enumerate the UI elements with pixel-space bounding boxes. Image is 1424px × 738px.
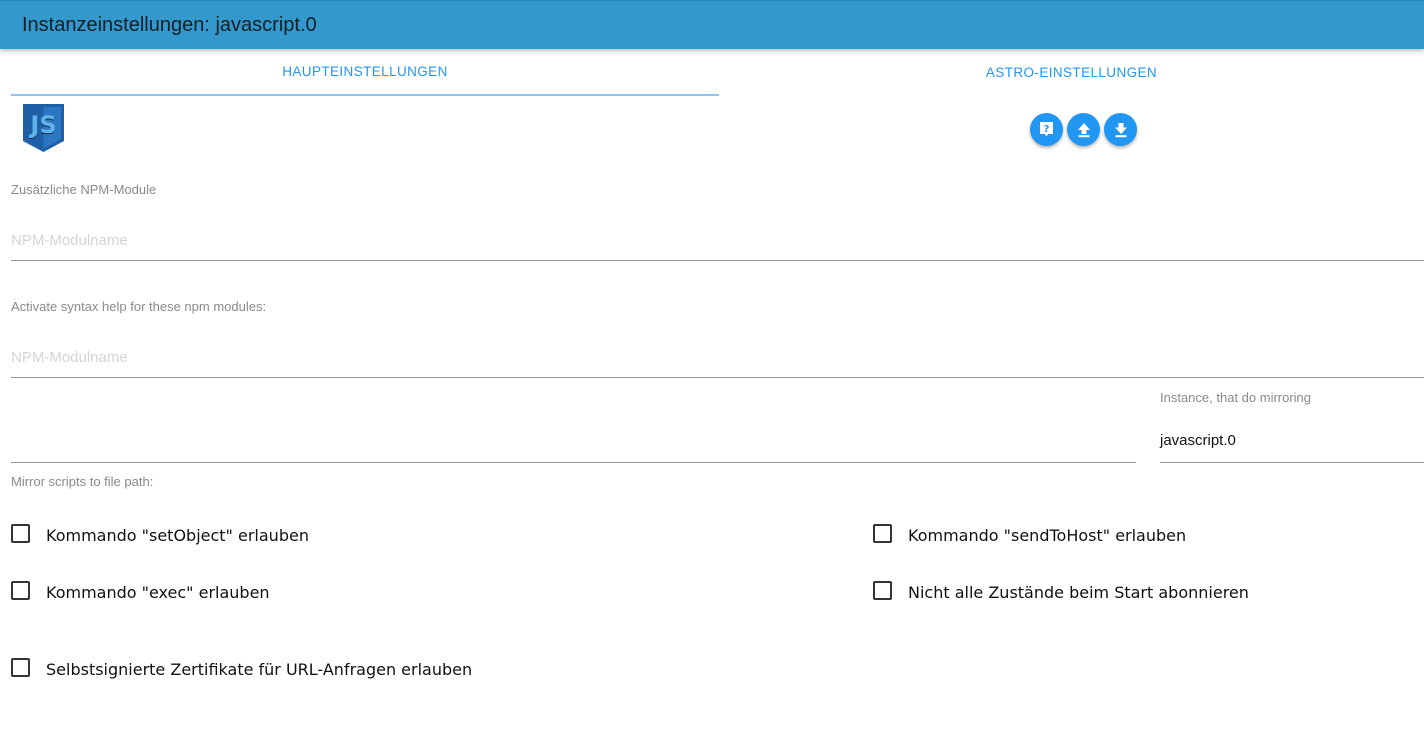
set-object-checkbox[interactable]: [11, 524, 30, 543]
download-icon: [1114, 122, 1127, 137]
checkbox-row-self-signed[interactable]: Selbstsignierte Zertifikate für URL-Anfr…: [11, 658, 473, 679]
exec-checkbox[interactable]: [11, 581, 30, 600]
npm-modules-input[interactable]: [11, 221, 1424, 260]
mirror-path-input[interactable]: [11, 423, 1136, 462]
svg-text:?: ?: [1044, 124, 1050, 135]
mirror-instance-label: Instance, that do mirroring: [1160, 390, 1312, 405]
checkbox-row-exec[interactable]: Kommando "exec" erlauben: [11, 581, 270, 602]
send-to-host-label: Kommando "sendToHost" erlauben: [908, 526, 1187, 545]
upload-button[interactable]: [1067, 113, 1100, 146]
mirror-instance-select[interactable]: javascript.0: [1160, 423, 1424, 463]
mirror-path-field[interactable]: [11, 423, 1136, 463]
syntax-help-field[interactable]: [11, 338, 1424, 378]
checkbox-row-set-object[interactable]: Kommando "setObject" erlauben: [11, 524, 309, 545]
download-button[interactable]: [1104, 113, 1137, 146]
self-signed-label: Selbstsignierte Zertifikate für URL-Anfr…: [46, 660, 473, 679]
tab-astro-settings[interactable]: ASTRO-EINSTELLUNGEN: [719, 49, 1424, 96]
no-subscribe-label: Nicht alle Zustände beim Start abonniere…: [908, 583, 1249, 602]
checkbox-row-send-to-host[interactable]: Kommando "sendToHost" erlauben: [873, 524, 1187, 545]
mirror-path-label: Mirror scripts to file path:: [11, 474, 154, 489]
dialog-title: Instanzeinstellungen: javascript.0: [22, 14, 317, 36]
npm-modules-label: Zusätzliche NPM-Module: [11, 182, 157, 197]
tab-main-settings[interactable]: HAUPTEINSTELLUNGEN: [11, 49, 719, 96]
set-object-label: Kommando "setObject" erlauben: [46, 526, 309, 545]
self-signed-checkbox[interactable]: [11, 658, 30, 677]
syntax-help-label: Activate syntax help for these npm modul…: [11, 299, 267, 314]
no-subscribe-checkbox[interactable]: [873, 581, 892, 600]
syntax-help-input[interactable]: [11, 338, 1424, 377]
dialog-header: Instanzeinstellungen: javascript.0: [0, 0, 1424, 49]
exec-label: Kommando "exec" erlauben: [46, 583, 270, 602]
send-to-host-checkbox[interactable]: [873, 524, 892, 543]
help-icon: ?: [1040, 122, 1053, 137]
upload-icon: [1077, 122, 1090, 137]
help-button[interactable]: ?: [1030, 113, 1063, 146]
js-shield-logo: JS JS: [22, 103, 65, 153]
npm-modules-field[interactable]: [11, 221, 1424, 261]
js-logo-text-highlight: JS: [28, 111, 56, 139]
mirror-instance-value: javascript.0: [1160, 432, 1236, 449]
checkbox-row-no-subscribe[interactable]: Nicht alle Zustände beim Start abonniere…: [873, 581, 1249, 602]
